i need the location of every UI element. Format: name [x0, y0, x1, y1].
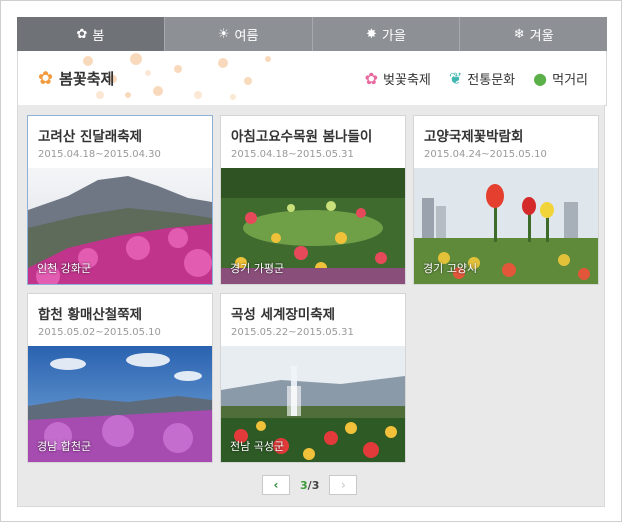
tab-label: 여름	[234, 28, 259, 44]
card-photo-azalea-mountain: 인천 강화군	[28, 168, 212, 284]
subnav-food[interactable]: ● 먹거리	[533, 69, 588, 88]
flower-icon: ✿	[38, 68, 54, 89]
wave-icon: ❦	[448, 68, 463, 88]
strawberry-icon: ●	[533, 68, 548, 88]
tab-summer[interactable]: ☀ 여름	[163, 17, 312, 51]
season-tabs: ✿ 봄 ☀ 여름 ✸ 가을 ❄ 겨울	[17, 17, 607, 51]
card-title: 고양국제꽃박람회	[424, 129, 524, 145]
card-date: 2015.04.18~2015.05.31	[231, 149, 354, 160]
subnav-label: 먹거리	[552, 73, 588, 88]
card-title: 아침고요수목원 봄나들이	[231, 129, 373, 145]
total-pages: 3	[311, 478, 320, 492]
card-location: 경남 합천군	[37, 440, 92, 453]
current-page: 3	[300, 478, 308, 492]
prev-page-button[interactable]: ‹	[262, 475, 290, 495]
card-photo-rose-garden: 전남 곡성군	[221, 346, 405, 462]
card-title: 고려산 진달래축제	[38, 129, 143, 145]
card-location: 인천 강화군	[37, 262, 92, 275]
subcategory-nav: ✿ 벚꽃축제 ❦ 전통문화 ● 먹거리	[365, 69, 588, 88]
tab-winter[interactable]: ❄ 겨울	[459, 17, 607, 51]
card-photo-garden: 경기 가평군	[221, 168, 405, 284]
festival-card-goryeosan[interactable]: 고려산 진달래축제 2015.04.18~2015.04.30 인천 강화군	[27, 115, 213, 285]
subnav-cherry-blossom[interactable]: ✿ 벚꽃축제	[365, 69, 431, 88]
banner-title: ✿ 봄꽃축제	[38, 68, 114, 89]
cherry-blossom-icon: ✿	[76, 26, 88, 42]
festival-card-hwangmaesan[interactable]: 합천 황매산철쭉제 2015.05.02~2015.05.10 경남 합천군	[27, 293, 213, 463]
snowflake-icon: ❄	[513, 26, 525, 42]
maple-leaf-icon: ✸	[365, 26, 377, 42]
tab-autumn[interactable]: ✸ 가을	[311, 17, 460, 51]
festival-widget: ✿ 봄 ☀ 여름 ✸ 가을 ❄ 겨울 ✿ 봄꽃축제 ✿ 벚꽃축제 ❦ 전통문화 …	[0, 0, 622, 522]
card-location: 경기 고양시	[423, 262, 478, 275]
card-date: 2015.05.22~2015.05.31	[231, 327, 354, 338]
chevron-left-icon: ‹	[273, 478, 279, 492]
card-location: 전남 곡성군	[230, 440, 285, 453]
cherry-blossom-icon: ✿	[364, 68, 379, 88]
card-title: 곡성 세계장미축제	[231, 307, 336, 323]
chevron-right-icon: ›	[340, 478, 346, 492]
festival-card-morning-calm[interactable]: 아침고요수목원 봄나들이 2015.04.18~2015.05.31 경기 가평…	[220, 115, 406, 285]
category-banner: ✿ 봄꽃축제 ✿ 벚꽃축제 ❦ 전통문화 ● 먹거리	[17, 51, 607, 106]
card-title: 합천 황매산철쭉제	[38, 307, 143, 323]
card-date: 2015.04.18~2015.04.30	[38, 149, 161, 160]
next-page-button[interactable]: ›	[329, 475, 358, 495]
subnav-label: 벚꽃축제	[383, 73, 431, 88]
card-date: 2015.05.02~2015.05.10	[38, 327, 161, 338]
card-location: 경기 가평군	[230, 262, 285, 275]
tab-label: 겨울	[529, 28, 554, 44]
tab-label: 봄	[92, 28, 105, 44]
tab-label: 가을	[381, 28, 406, 44]
festival-grid: 고려산 진달래축제 2015.04.18~2015.04.30 인천 강화군 아…	[17, 105, 605, 507]
tab-spring[interactable]: ✿ 봄	[17, 17, 164, 51]
page-indicator: 3/3	[300, 479, 319, 492]
festival-card-goyang[interactable]: 고양국제꽃박람회 2015.04.24~2015.05.10 경기 고양시	[413, 115, 599, 285]
banner-title-text: 봄꽃축제	[59, 70, 115, 88]
card-photo-tulips: 경기 고양시	[414, 168, 598, 284]
festival-card-gokseong[interactable]: 곡성 세계장미축제 2015.05.22~2015.05.31 전남 곡성군	[220, 293, 406, 463]
subnav-traditional-culture[interactable]: ❦ 전통문화	[449, 69, 515, 88]
sun-icon: ☀	[217, 26, 230, 42]
card-photo-royal-azalea: 경남 합천군	[28, 346, 212, 462]
pagination: ‹ 3/3 ›	[262, 475, 358, 495]
card-date: 2015.04.24~2015.05.10	[424, 149, 547, 160]
subnav-label: 전통문화	[467, 73, 516, 88]
